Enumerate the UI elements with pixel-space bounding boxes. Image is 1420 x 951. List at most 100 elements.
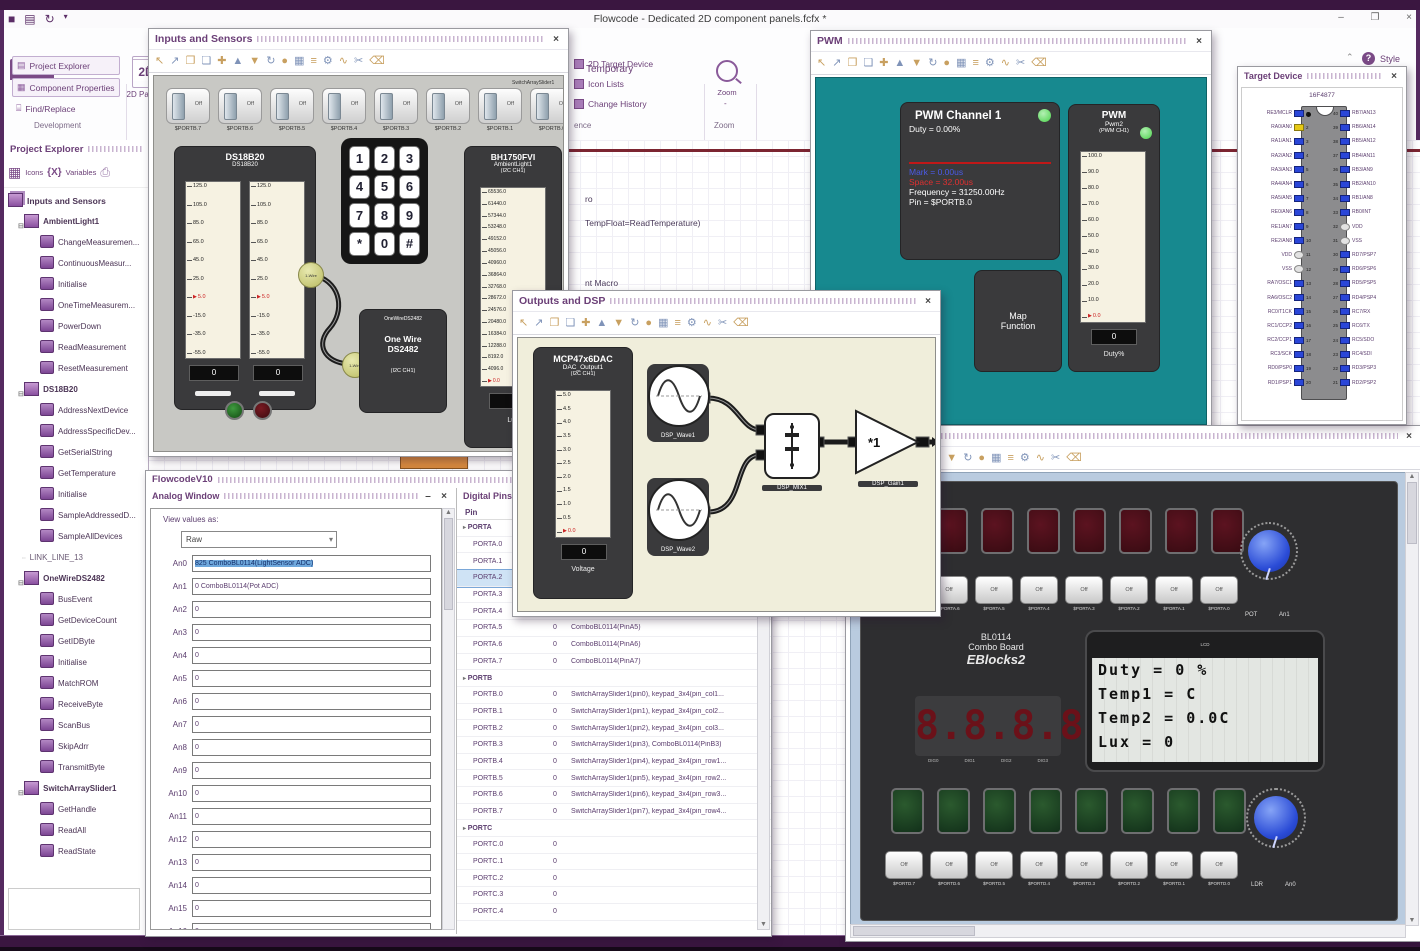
digital-pin-row[interactable]: PORTB xyxy=(457,670,771,687)
digital-pin-row[interactable]: PORTC.4 0 xyxy=(457,904,771,921)
board-hscrollbar[interactable] xyxy=(850,924,1406,938)
map-function-block[interactable]: Map Function xyxy=(974,270,1062,372)
pwm-meter-block[interactable]: PWM Pwm2 (PWM CH1) 100.0 90.0 80.0 70.0 60.0… xyxy=(1068,104,1160,372)
left-pin-icon[interactable] xyxy=(1294,194,1304,202)
left-pin-icon[interactable] xyxy=(1294,208,1304,216)
tree-item[interactable]: OneTimeMeasurem... xyxy=(4,295,148,316)
port-switch-button[interactable]: Off xyxy=(975,576,1013,604)
outputs-canvas[interactable]: MCP47x6DAC DAC_Output1 (I2C CH1) 5.0 4.5 4… xyxy=(517,337,936,612)
digital-pin-row[interactable]: PORTB.3 0 SwitchArraySlider1(pin3), Comb… xyxy=(457,737,771,754)
right-pin-icon[interactable] xyxy=(1340,379,1350,387)
toolbar-icon[interactable]: ≡ xyxy=(972,57,978,69)
digital-pin-row[interactable]: PORTB.2 0 SwitchArraySlider1(pin2), keyp… xyxy=(457,720,771,737)
toolbar-icon[interactable]: ▦ xyxy=(991,452,1001,464)
analog-scrollbar[interactable]: ▲ xyxy=(442,508,455,930)
analog-titlebar[interactable]: Analog Window – × xyxy=(146,488,456,504)
tree-item[interactable]: BusEvent xyxy=(4,589,148,610)
digital-pin-row[interactable]: PORTB.6 0 SwitchArraySlider1(pin6), keyp… xyxy=(457,787,771,804)
toggle-switch[interactable]: Off xyxy=(166,88,210,124)
toolbar-icon[interactable]: ▦ xyxy=(956,57,966,69)
digital-pin-row[interactable]: PORTC.2 0 xyxy=(457,870,771,888)
tree-item[interactable]: SkipAdrr xyxy=(4,736,148,757)
toolbar-icon[interactable]: ⚙ xyxy=(687,317,697,329)
toolbar-icon[interactable]: ● xyxy=(645,317,652,329)
port-switch-button[interactable]: Off xyxy=(1110,851,1148,879)
toggle-switch[interactable]: Off xyxy=(426,88,470,124)
target-close-icon[interactable]: × xyxy=(1388,71,1400,82)
toolbar-icon[interactable]: ▦ xyxy=(658,317,668,329)
digital-pin-row[interactable]: PORTA.6 0 ComboBL0114(PinA6) xyxy=(457,637,771,654)
toolbar-icon[interactable]: ≡ xyxy=(310,55,316,67)
zoom-button[interactable]: Zoom xyxy=(712,88,742,97)
toggle-switch[interactable]: Off xyxy=(322,88,366,124)
left-pin-icon[interactable] xyxy=(1294,336,1304,344)
onewire-node[interactable]: 1-Wire xyxy=(298,262,324,288)
tree-item[interactable]: ChangeMeasuremen... xyxy=(4,232,148,253)
tree-item[interactable]: Initialise xyxy=(4,652,148,673)
keypad-key[interactable]: 8 xyxy=(374,203,395,228)
left-pin-icon[interactable] xyxy=(1294,350,1304,358)
left-pin-icon[interactable] xyxy=(1294,308,1304,316)
port-switch-button[interactable]: Off xyxy=(1020,851,1058,879)
right-pin-icon[interactable] xyxy=(1340,180,1350,188)
pwm-titlebar[interactable]: PWM × xyxy=(811,31,1211,51)
digital-pin-row[interactable]: PORTB.0 0 SwitchArraySlider1(pin0), keyp… xyxy=(457,687,771,704)
toolbar-icon[interactable]: ∿ xyxy=(1036,452,1045,464)
toolbar-icon[interactable]: ▲ xyxy=(232,55,243,67)
view-toggle[interactable]: 2D Target Device xyxy=(574,56,653,72)
ribbon-button[interactable]: ▤ Project Explorer xyxy=(12,56,120,75)
toggle-switch[interactable]: Off xyxy=(270,88,314,124)
keypad-key[interactable]: 0 xyxy=(374,231,395,256)
right-pin-icon[interactable] xyxy=(1340,336,1350,344)
right-pin-icon[interactable] xyxy=(1340,123,1350,131)
toolbar-icon[interactable]: ⚙ xyxy=(1020,452,1030,464)
ldr-knob[interactable] xyxy=(1246,788,1306,849)
keypad-key[interactable]: 1 xyxy=(349,146,370,171)
view-toggle[interactable]: Change History xyxy=(574,96,653,112)
right-pin-icon[interactable] xyxy=(1340,265,1350,273)
left-pin-icon[interactable] xyxy=(1294,279,1304,287)
toolbar-icon[interactable]: ↗ xyxy=(832,57,841,69)
analog-value-field[interactable]: 0 xyxy=(192,601,431,618)
analog-value-field[interactable]: 0 xyxy=(192,624,431,641)
tree-item[interactable]: MatchROM xyxy=(4,673,148,694)
toolbar-icon[interactable]: ✚ xyxy=(581,317,590,329)
ribbon-button[interactable]: ▦ Component Properties xyxy=(12,78,120,97)
port-switch-button[interactable]: Off xyxy=(1200,851,1238,879)
tree-item[interactable]: ResetMeasurement xyxy=(4,358,148,379)
ds18b20-block[interactable]: DS18B20 DS18B20 125.0 105.0 85.0 65.0 45.0 25… xyxy=(174,146,316,420)
keypad-key[interactable]: # xyxy=(399,231,420,256)
left-pin-icon[interactable] xyxy=(1294,294,1304,302)
zoom-minus[interactable]: - xyxy=(724,99,727,108)
style-label[interactable]: Style xyxy=(1380,54,1400,64)
analog-value-field[interactable]: 0 xyxy=(192,716,431,733)
tree-item[interactable]: ReadAll xyxy=(4,820,148,841)
right-pin-icon[interactable] xyxy=(1340,222,1350,231)
toolbar-icon[interactable]: ❐ xyxy=(549,317,559,329)
analog-value-field[interactable]: 0 xyxy=(192,693,431,710)
right-pin-icon[interactable] xyxy=(1340,364,1350,372)
port-switch-button[interactable]: Off xyxy=(1200,576,1238,604)
toolbar-icon[interactable]: ↖ xyxy=(817,57,826,69)
toolbar-icon[interactable]: ❏ xyxy=(201,55,211,67)
toolbar-icon[interactable]: ❐ xyxy=(185,55,195,67)
toolbar-icon[interactable]: ⚙ xyxy=(985,57,995,69)
monitor-tab-icon[interactable]: ⎙ xyxy=(100,165,110,180)
keypad-key[interactable]: 6 xyxy=(399,174,420,199)
toolbar-icon[interactable]: ▲ xyxy=(894,57,905,69)
keypad-key[interactable]: 2 xyxy=(374,146,395,171)
port-switch-button[interactable]: Off xyxy=(1155,851,1193,879)
digital-pin-row[interactable]: PORTB.1 0 SwitchArraySlider1(pin1), keyp… xyxy=(457,704,771,721)
digital-pin-row[interactable]: PORTC.1 0 xyxy=(457,854,771,871)
tree-item[interactable]: ⊟ OneWireDS2482 xyxy=(4,568,148,589)
toolbar-icon[interactable]: ↻ xyxy=(266,55,275,67)
toolbar-icon[interactable]: ↖ xyxy=(519,317,528,329)
dsp-wave1-block[interactable]: DSP_Wave1 xyxy=(647,364,710,442)
left-pin-icon[interactable] xyxy=(1294,265,1304,274)
toolbar-icon[interactable]: ❏ xyxy=(863,57,873,69)
toolbar-icon[interactable]: ● xyxy=(281,55,288,67)
pot-knob[interactable] xyxy=(1240,522,1298,581)
tree-item[interactable]: GetSerialString xyxy=(4,442,148,463)
inputs-canvas[interactable]: SwitchArraySlider1 Off $PORTB.7 Off $POR xyxy=(153,75,564,452)
tree-item[interactable]: GetHandle xyxy=(4,799,148,820)
